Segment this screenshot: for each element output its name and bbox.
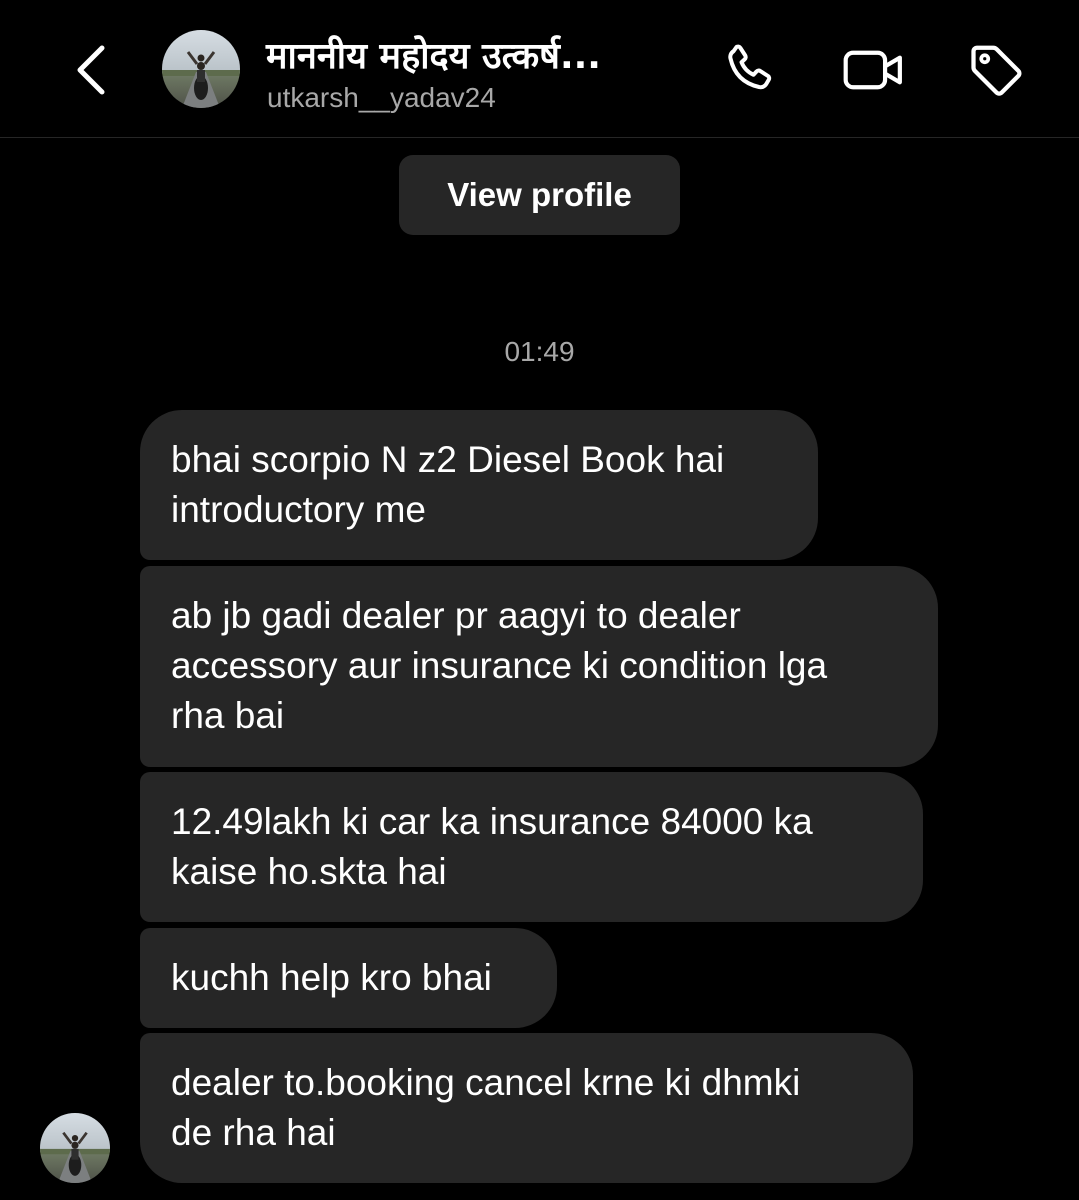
tag-icon — [971, 45, 1022, 96]
tag-button[interactable] — [964, 38, 1028, 102]
contact-avatar[interactable] — [162, 30, 240, 108]
contact-username[interactable]: utkarsh__yadav24 — [267, 82, 496, 114]
back-button[interactable] — [60, 36, 120, 104]
audio-call-button[interactable] — [718, 38, 782, 102]
chat-header: माननीय महोदय उत्कर्ष... utkarsh__yadav24 — [0, 0, 1079, 138]
message-bubble[interactable]: 12.49lakh ki car ka insurance 84000 ka k… — [140, 772, 923, 922]
message-bubble[interactable]: ab jb gadi dealer pr aagyi to dealer acc… — [140, 566, 938, 767]
chevron-left-icon — [77, 45, 105, 95]
sender-avatar[interactable] — [40, 1113, 110, 1183]
message-bubble[interactable]: bhai scorpio N z2 Diesel Book hai introd… — [140, 410, 818, 560]
video-camera-icon — [843, 50, 902, 90]
contact-name[interactable]: माननीय महोदय उत्कर्ष... — [266, 30, 601, 79]
message-timestamp: 01:49 — [504, 336, 575, 367]
message-bubble[interactable]: dealer to.booking cancel krne ki dhmki d… — [140, 1033, 913, 1183]
view-profile-button[interactable]: View profile — [399, 155, 680, 235]
phone-icon — [728, 44, 772, 90]
video-call-button[interactable] — [842, 38, 906, 102]
message-bubble[interactable]: kuchh help kro bhai — [140, 928, 557, 1028]
